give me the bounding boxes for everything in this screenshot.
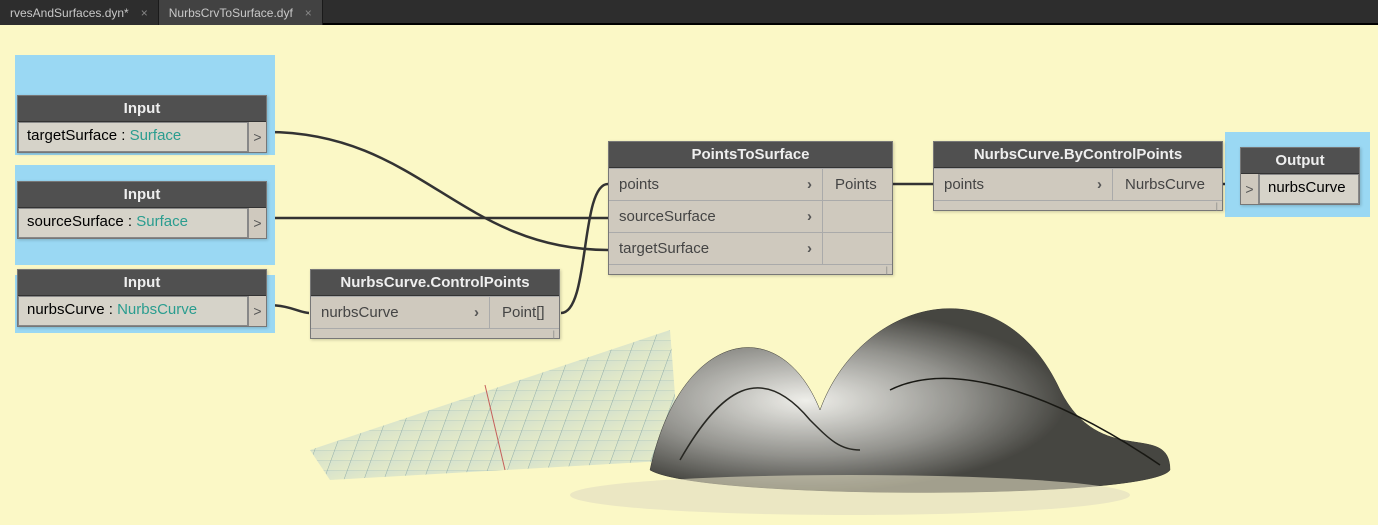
code-block[interactable]: nurbsCurve <box>1259 174 1359 204</box>
output-port-nurbscurve[interactable]: NurbsCurve <box>1112 168 1222 200</box>
input-port-points[interactable]: points › <box>609 168 822 200</box>
port-label: nurbsCurve <box>321 304 399 321</box>
param-type: Surface <box>136 213 188 233</box>
input-port-targetSurface[interactable]: targetSurface › <box>609 232 822 264</box>
param-type: NurbsCurve <box>117 301 197 321</box>
port-label: targetSurface <box>619 240 709 257</box>
chevron-right-icon: › <box>807 176 812 193</box>
tab-file-2[interactable]: NurbsCrvToSurface.dyf × <box>159 0 323 25</box>
close-icon[interactable]: × <box>305 6 312 20</box>
node-bycontrolpoints[interactable]: NurbsCurve.ByControlPoints points › Nurb… <box>933 141 1223 211</box>
node-title: NurbsCurve.ControlPoints <box>311 270 559 296</box>
node-title: Input <box>18 96 266 122</box>
chevron-right-icon: › <box>474 304 479 321</box>
chevron-right-icon: › <box>807 240 812 257</box>
node-footer: | <box>311 328 559 338</box>
graph-canvas[interactable]: Input targetSurface : Surface > Input so… <box>0 25 1378 500</box>
output-port-points[interactable]: Points <box>822 168 892 200</box>
tab-bar: rvesAndSurfaces.dyn* × NurbsCrvToSurface… <box>0 0 1378 25</box>
output-value: nurbsCurve <box>1268 179 1346 199</box>
node-output[interactable]: Output > nurbsCurve <box>1240 147 1360 205</box>
node-title: PointsToSurface <box>609 142 892 168</box>
code-block[interactable]: sourceSurface : Surface <box>18 208 248 238</box>
param-type: Surface <box>130 127 182 147</box>
port-label: NurbsCurve <box>1125 176 1205 193</box>
node-pointstosurface[interactable]: PointsToSurface points › sourceSurface ›… <box>608 141 893 275</box>
port-spacer <box>822 232 892 264</box>
node-footer: | <box>609 264 892 274</box>
output-port[interactable]: > <box>248 208 266 238</box>
output-port-points[interactable]: Point[] <box>489 296 559 328</box>
output-port[interactable]: > <box>248 296 266 326</box>
node-footer: | <box>934 200 1222 210</box>
input-port-sourceSurface[interactable]: sourceSurface › <box>609 200 822 232</box>
chevron-right-icon: › <box>807 208 812 225</box>
tab-label: NurbsCrvToSurface.dyf <box>169 6 293 20</box>
port-label: Points <box>835 176 877 193</box>
port-label: points <box>619 176 659 193</box>
code-block[interactable]: targetSurface : Surface <box>18 122 248 152</box>
node-title: NurbsCurve.ByControlPoints <box>934 142 1222 168</box>
param-name: nurbsCurve <box>27 301 105 321</box>
port-label: sourceSurface <box>619 208 716 225</box>
tab-file-1[interactable]: rvesAndSurfaces.dyn* × <box>0 0 159 25</box>
chevron-right-icon: › <box>1097 176 1102 193</box>
port-label: Point[] <box>502 304 545 321</box>
port-spacer <box>822 200 892 232</box>
param-name: sourceSurface <box>27 213 124 233</box>
node-input-targetSurface[interactable]: Input targetSurface : Surface > <box>17 95 267 153</box>
node-title: Input <box>18 270 266 296</box>
node-input-sourceSurface[interactable]: Input sourceSurface : Surface > <box>17 181 267 239</box>
node-title: Output <box>1241 148 1359 174</box>
output-port[interactable]: > <box>248 122 266 152</box>
node-controlpoints[interactable]: NurbsCurve.ControlPoints nurbsCurve › Po… <box>310 269 560 339</box>
port-label: points <box>944 176 984 193</box>
input-port-nurbsCurve[interactable]: nurbsCurve › <box>311 296 489 328</box>
close-icon[interactable]: × <box>141 6 148 20</box>
node-input-nurbsCurve[interactable]: Input nurbsCurve : NurbsCurve > <box>17 269 267 327</box>
param-name: targetSurface <box>27 127 117 147</box>
input-port[interactable]: > <box>1241 174 1259 204</box>
node-title: Input <box>18 182 266 208</box>
input-port-points[interactable]: points › <box>934 168 1112 200</box>
tab-label: rvesAndSurfaces.dyn* <box>10 6 129 20</box>
code-block[interactable]: nurbsCurve : NurbsCurve <box>18 296 248 326</box>
